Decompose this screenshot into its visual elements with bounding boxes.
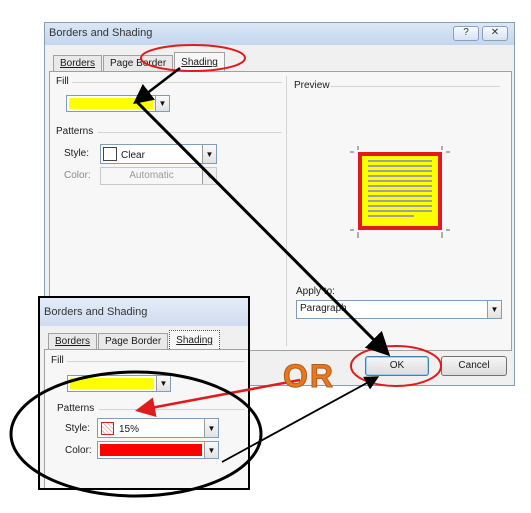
patterns-highlight — [9, 370, 263, 498]
arrow-or-to-patterns — [135, 378, 301, 418]
shading-tab-highlight — [140, 44, 246, 72]
or-annotation: OR — [283, 358, 335, 395]
arrow-shading-to-fill — [133, 67, 181, 105]
annotation-overlay — [9, 44, 442, 498]
arrow-fill-to-ok — [135, 100, 391, 357]
ok-button-highlight — [350, 345, 442, 387]
